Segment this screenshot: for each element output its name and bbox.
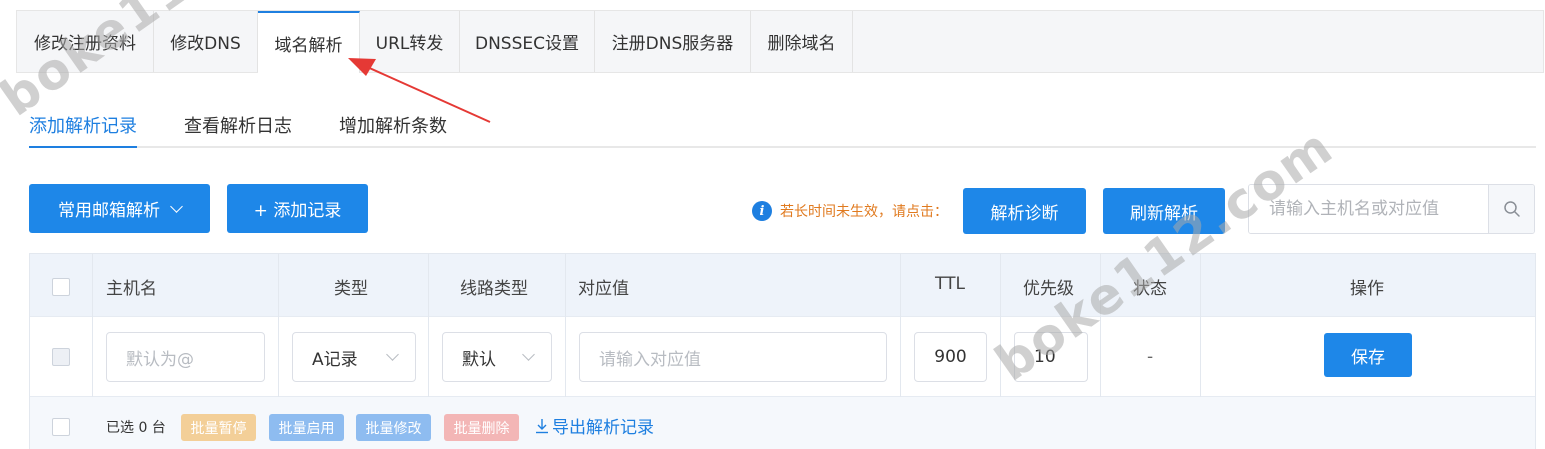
batch-edit-button[interactable]: 批量修改	[356, 414, 431, 441]
header-value: 对应值	[578, 279, 629, 299]
mail-resolution-button[interactable]: 常用邮箱解析	[29, 184, 210, 233]
footer-checkbox[interactable]	[52, 418, 70, 436]
col-divider	[278, 254, 279, 397]
row-checkbox[interactable]	[52, 348, 70, 366]
batch-delete-button[interactable]: 批量删除	[444, 414, 519, 441]
type-select-value: A记录	[312, 349, 358, 370]
line-select-value: 默认	[462, 349, 496, 370]
chevron-down-icon	[386, 348, 399, 361]
header-ttl: TTL	[935, 274, 965, 294]
tab-delete-domain[interactable]: 删除域名	[751, 11, 853, 72]
export-records-link[interactable]: 导出解析记录	[535, 413, 654, 438]
download-icon	[536, 418, 548, 433]
select-all-checkbox[interactable]	[52, 278, 70, 296]
col-divider	[1200, 254, 1201, 397]
subtab-increase-records[interactable]: 增加解析条数	[339, 112, 447, 148]
domain-tabs: 修改注册资料 修改DNS 域名解析 URL转发 DNSSEC设置 注册DNS服务…	[16, 10, 1544, 73]
table-row: 默认为@ A记录 默认 请输入对应值 900 10 - 保存	[30, 316, 1535, 397]
tab-dnssec[interactable]: DNSSEC设置	[460, 11, 595, 72]
batch-pause-button[interactable]: 批量暂停	[181, 414, 256, 441]
tab-dns-resolution[interactable]: 域名解析	[258, 11, 360, 73]
type-select[interactable]: A记录	[292, 332, 416, 382]
line-select[interactable]: 默认	[442, 332, 552, 382]
header-type: 类型	[334, 279, 368, 299]
col-divider	[92, 254, 93, 397]
status-value: -	[1147, 347, 1154, 367]
domain-dns-page: 修改注册资料 修改DNS 域名解析 URL转发 DNSSEC设置 注册DNS服务…	[0, 0, 1545, 449]
records-table: 主机名 类型 线路类型 对应值 TTL 优先级 状态 操作 默认为@ A记录 默…	[29, 253, 1536, 449]
chevron-down-icon	[170, 199, 183, 213]
export-records-label: 导出解析记录	[552, 418, 654, 438]
ttl-input[interactable]: 900	[914, 332, 987, 382]
diagnose-button[interactable]: 解析诊断	[963, 188, 1086, 234]
add-record-button[interactable]: + 添加记录	[227, 184, 368, 233]
info-icon: i	[752, 201, 772, 221]
chevron-down-icon	[522, 348, 535, 361]
save-button[interactable]: 保存	[1324, 333, 1412, 377]
header-line: 线路类型	[460, 279, 528, 299]
hint-message: i 若长时间未生效，请点击：	[752, 200, 948, 222]
subtab-resolution-log[interactable]: 查看解析日志	[184, 112, 292, 148]
hint-text: 若长时间未生效，请点击：	[780, 204, 948, 220]
header-host: 主机名	[106, 279, 157, 299]
col-divider	[565, 254, 566, 397]
selected-count: 已选 0 台	[106, 420, 166, 436]
col-divider	[1000, 254, 1001, 397]
subtab-add-record[interactable]: 添加解析记录	[29, 112, 137, 148]
mail-resolution-label: 常用邮箱解析	[58, 201, 160, 221]
table-header: 主机名 类型 线路类型 对应值 TTL 优先级 状态 操作	[30, 254, 1535, 316]
tab-url-forwarding[interactable]: URL转发	[360, 11, 460, 72]
col-divider	[428, 254, 429, 397]
batch-enable-button[interactable]: 批量启用	[269, 414, 344, 441]
host-input[interactable]: 默认为@	[106, 332, 265, 382]
search-icon	[1503, 201, 1520, 217]
header-action: 操作	[1350, 279, 1384, 299]
search-button[interactable]	[1488, 185, 1534, 233]
col-divider	[900, 254, 901, 397]
value-input[interactable]: 请输入对应值	[579, 332, 887, 382]
table-footer: 已选 0 台 批量暂停 批量启用 批量修改 批量删除 导出解析记录	[30, 397, 1535, 449]
tab-register-dns-server[interactable]: 注册DNS服务器	[595, 11, 751, 72]
